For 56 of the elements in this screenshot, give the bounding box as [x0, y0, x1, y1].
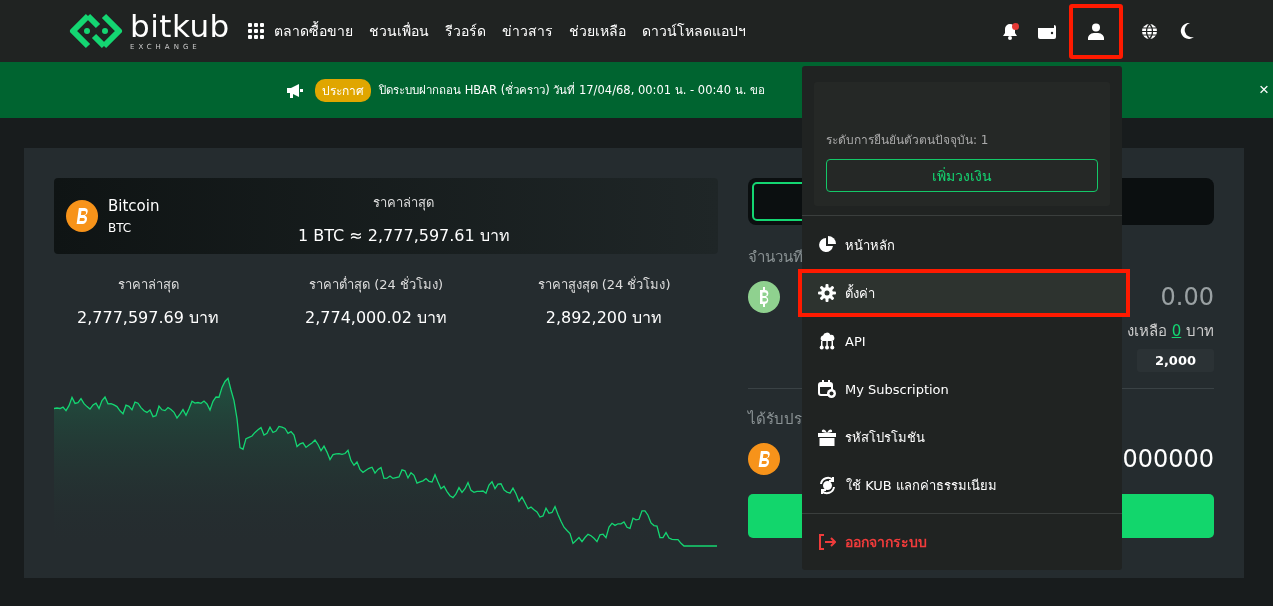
bitcoin-icon — [66, 200, 98, 232]
verification-level-text: ระดับการยืนยันตัวตนปัจจุบัน: 1 — [826, 132, 990, 149]
user-icon — [1088, 22, 1104, 40]
receive-amount: 000000 — [1122, 445, 1214, 473]
pie-chart-icon — [818, 236, 836, 254]
nav-link[interactable]: ช่วยเหลือ — [568, 20, 626, 42]
pay-amount[interactable]: 0.00 — [1160, 283, 1214, 311]
megaphone-icon — [286, 82, 303, 98]
menu-item[interactable]: ตั้งค่า — [798, 269, 1130, 317]
stat-label: ราคาล่าสุด — [117, 276, 179, 295]
wallet-icon — [1037, 23, 1056, 39]
apps-grid-icon[interactable] — [247, 23, 264, 39]
close-button[interactable]: × — [1257, 80, 1271, 100]
nav-link[interactable]: ข่าวสาร — [501, 20, 553, 42]
menu-item[interactable]: API — [802, 317, 1122, 365]
stat-value: 2,892,200 บาท — [545, 307, 663, 329]
increase-limit-button[interactable]: เพิ่มวงเงิน — [826, 159, 1098, 192]
stat-label: ราคาสูงสุด (24 ชั่วโมง) — [537, 275, 671, 295]
stat-value: 2,774,000.02 บาท — [305, 307, 447, 329]
logout-item[interactable]: ออกจากระบบ — [802, 514, 1122, 570]
logo-icon — [68, 12, 124, 50]
calendar-icon — [818, 380, 836, 398]
amount-label: จำนวนที — [748, 247, 804, 268]
stat-label: ราคาต่ำสุด (24 ชั่วโมง) — [309, 275, 443, 295]
logout-icon — [818, 534, 836, 550]
coin-symbol: BTC — [108, 221, 133, 235]
menu-item[interactable]: ใช้ KUB แลกค่าธรรมเนียม — [802, 461, 1122, 509]
preset-amount-button[interactable]: 2,000 — [1136, 349, 1214, 372]
cloud-network-icon — [818, 332, 836, 350]
balance-text: งเหลือ 0 บาท — [1126, 321, 1214, 342]
price-label: ราคาล่าสุด — [373, 194, 435, 213]
announcement-text: ปิดระบบฝากถอน HBAR (ชั่วคราว) วันที่ 17/04/68, 00:01 น. - 00:40 น. ขอ — [379, 81, 765, 99]
moon-icon — [1179, 23, 1194, 39]
nav-link[interactable]: รีวอร์ด — [444, 20, 486, 42]
nav-link[interactable]: ตลาดซื้อขาย — [273, 20, 353, 42]
baht-icon — [748, 281, 780, 313]
announcement-badge: ประกาศ — [315, 78, 371, 102]
coin-name: Bitcoin — [108, 197, 160, 215]
exchange-icon — [818, 475, 837, 495]
balance-link[interactable]: 0 — [1171, 322, 1182, 340]
nav-link[interactable]: ชวนเพื่อน — [368, 20, 429, 42]
settings-icon — [818, 284, 836, 302]
bitcoin-icon — [748, 443, 780, 475]
logo-name[interactable]: bitkub — [130, 11, 230, 42]
price-value: 1 BTC ≈ 2,777,597.61 บาท — [298, 225, 510, 247]
gift-icon — [818, 428, 836, 446]
stat-value: 2,777,597.69 บาท — [77, 307, 219, 329]
menu-item[interactable]: My Subscription — [802, 365, 1122, 413]
globe-icon — [1141, 22, 1158, 40]
notification-dot — [1012, 22, 1019, 30]
menu-item[interactable]: รหัสโปรโมชัน — [802, 413, 1122, 461]
menu-item[interactable]: หน้าหลัก — [802, 221, 1122, 269]
bell-icon — [1001, 22, 1018, 40]
user-button[interactable] — [1069, 3, 1123, 59]
nav-link[interactable]: ดาวน์โหลดแอปฯ — [641, 20, 746, 42]
receive-label: ได้รับปร — [748, 409, 803, 430]
